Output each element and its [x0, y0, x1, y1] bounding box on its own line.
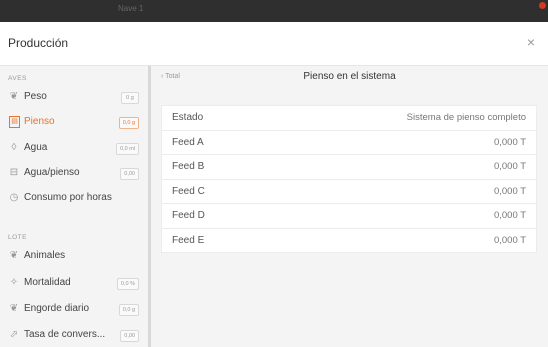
sidebar-item-label: Peso [24, 91, 47, 102]
sidebar-item-label: Agua/pienso [24, 167, 80, 178]
production-modal: Producción × AVES ❦ Peso 0 g ▤ Pienso 0,… [0, 22, 548, 347]
row-key: Feed E [172, 234, 205, 246]
window-close-dot-icon[interactable] [539, 2, 546, 9]
table-row: Feed D 0,000 T [162, 204, 536, 229]
value-badge: 0 g [121, 92, 139, 104]
bird-icon: ❦ [9, 91, 19, 102]
sidebar-item-mortalidad[interactable]: ✧ Mortalidad 0,0 % [0, 272, 143, 297]
modal-title: Producción [8, 36, 69, 50]
row-value: 0,000 T [493, 234, 526, 246]
value-badge: 0,0 g [118, 117, 139, 129]
value-badge: 0,0 g [118, 304, 139, 316]
clock-icon: ◷ [9, 192, 19, 203]
water-drop-icon: ◊ [11, 142, 17, 153]
modal-header: Producción × [0, 22, 548, 66]
row-value: 0,000 T [493, 185, 526, 197]
sidebar-item-engorde-diario[interactable]: ❦ Engorde diario 0,0 g [0, 298, 143, 323]
sidebar-item-label: Agua [24, 142, 48, 153]
sidebar-item-peso[interactable]: ❦ Peso 0 g [0, 86, 143, 111]
table-row: Feed C 0,000 T [162, 180, 536, 204]
sidebar-item-tasa-de-conversion[interactable]: ⬀ Tasa de convers... 0,00 [0, 324, 143, 347]
sidebar-item-label: Animales [24, 250, 66, 261]
close-icon[interactable]: × [527, 34, 535, 50]
section-label-aves: AVES [8, 75, 27, 82]
sidebar-item-label: Mortalidad [24, 277, 71, 288]
sidebar-item-agua[interactable]: ◊ Agua 0,0 ml [0, 137, 143, 162]
sidebar: AVES ❦ Peso 0 g ▤ Pienso 0,0 g ◊ Agua 0,… [0, 66, 148, 347]
row-key: Feed D [172, 210, 205, 221]
row-key: Estado [172, 112, 204, 123]
row-key: Feed C [172, 185, 205, 197]
sidebar-item-label: Consumo por horas [24, 192, 112, 203]
value-badge: 0,00 [120, 168, 139, 180]
table-row: Estado Sistema de pienso completo [162, 106, 536, 131]
row-key: Feed A [172, 136, 204, 148]
feed-table: Estado Sistema de pienso completo Feed A… [161, 105, 537, 253]
row-value: 0,000 T [493, 210, 526, 221]
section-label-lote: LOTE [8, 234, 27, 241]
row-value: 0,000 T [493, 161, 526, 172]
table-row: Feed A 0,000 T [162, 131, 536, 155]
sidebar-item-label: Engorde diario [24, 303, 90, 314]
sidebar-item-agua-pienso[interactable]: ⊟ Agua/pienso 0,00 [0, 162, 143, 187]
window-title: Nave 1 [118, 4, 144, 13]
ratio-icon: ⊟ [9, 167, 19, 178]
value-badge: 0,00 [120, 330, 139, 342]
window-titlebar: Nave 1 [0, 0, 548, 22]
row-key: Feed B [172, 161, 205, 172]
sidebar-item-label: Tasa de convers... [24, 329, 106, 340]
row-value: 0,000 T [493, 136, 526, 148]
sidebar-item-consumo-por-horas[interactable]: ◷ Consumo por horas [0, 187, 143, 212]
mortality-icon: ✧ [9, 277, 19, 288]
value-badge: 0,0 ml [116, 143, 139, 155]
row-value: Sistema de pienso completo [406, 112, 526, 123]
back-to-total-link[interactable]: ‹ Total [161, 73, 180, 80]
page-title: Pienso en el sistema [303, 71, 396, 82]
sidebar-item-label: Pienso [24, 116, 55, 127]
sidebar-item-animales[interactable]: ❦ Animales [0, 245, 143, 270]
growth-icon: ❦ [9, 303, 19, 314]
bird-icon: ❦ [9, 250, 19, 261]
main-panel: Pienso en el sistema ‹ Total Estado Sist… [151, 66, 548, 347]
value-badge: 0,0 % [116, 278, 139, 290]
sidebar-item-pienso[interactable]: ▤ Pienso 0,0 g [0, 111, 143, 136]
table-row: Feed E 0,000 T [162, 229, 536, 253]
table-row: Feed B 0,000 T [162, 155, 536, 180]
feed-icon: ▤ [9, 116, 20, 128]
conversion-icon: ⬀ [9, 329, 19, 340]
